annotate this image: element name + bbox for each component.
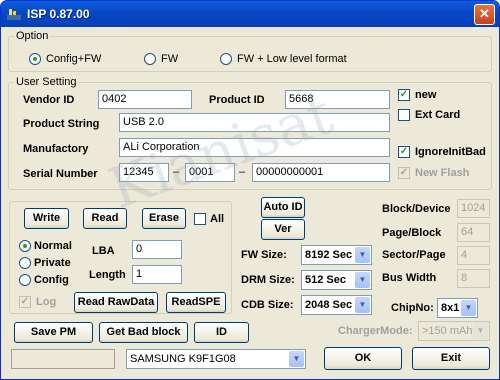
cdb-size-select[interactable]: 2048 Sec ▼	[301, 295, 372, 315]
ext-card-label: Ext Card	[415, 109, 461, 121]
vendor-id-field[interactable]: 0402	[98, 90, 192, 109]
manufactory-field[interactable]: ALi Corporation	[119, 138, 390, 157]
chevron-down-icon[interactable]: ▼	[473, 323, 488, 339]
radio-private[interactable]	[19, 257, 31, 269]
read-button[interactable]: Read	[83, 208, 127, 229]
new-label: new	[415, 89, 437, 101]
app-icon	[7, 9, 21, 20]
lba-field[interactable]: 0	[132, 240, 182, 259]
ext-card-checkbox[interactable]	[398, 109, 410, 121]
radio-fw[interactable]	[144, 53, 156, 65]
product-string-label: Product String	[23, 118, 100, 130]
write-button[interactable]: Write	[24, 208, 69, 229]
bus-width-label: Bus Width	[382, 272, 437, 284]
ignore-init-bad-checkbox[interactable]: ✓	[398, 146, 410, 158]
new-checkbox[interactable]: ✓	[398, 89, 410, 101]
charger-mode-value: >150 mAh	[422, 325, 473, 337]
user-setting-group-title: User Setting	[14, 76, 79, 88]
close-button[interactable]: ✕	[474, 4, 495, 25]
serial-part2-field[interactable]: 0001	[185, 163, 235, 182]
log-label: Log	[36, 296, 57, 308]
get-bad-block-button[interactable]: Get Bad block	[99, 322, 188, 343]
cdb-size-label: CDB Size:	[241, 299, 294, 311]
fw-size-select[interactable]: 8192 Sec ▼	[301, 245, 372, 265]
read-spe-button[interactable]: ReadSPE	[166, 292, 226, 313]
status-field	[11, 349, 115, 369]
isp-window: ISP 0.87.00 ✕ Option Config+FW FW FW + L…	[0, 0, 500, 380]
radio-normal[interactable]	[19, 240, 31, 252]
chip-no-value: 8x1	[441, 302, 460, 314]
radio-normal-label: Normal	[34, 240, 72, 252]
chevron-down-icon[interactable]: ▼	[289, 351, 304, 367]
sector-page-label: Sector/Page	[382, 249, 446, 261]
chevron-down-icon[interactable]: ▼	[355, 272, 370, 288]
erase-button[interactable]: Erase	[142, 208, 186, 229]
new-flash-checkbox[interactable]: ✓	[398, 167, 410, 179]
radio-config-fw[interactable]	[29, 53, 41, 65]
new-flash-label: New Flash	[415, 167, 470, 179]
auto-id-button[interactable]: Auto ID	[261, 197, 305, 218]
chip-no-label: ChipNo:	[391, 302, 434, 314]
serial-separator-1: –	[173, 166, 180, 178]
product-string-field[interactable]: USB 2.0	[119, 113, 390, 132]
log-checkbox[interactable]: ✓	[19, 296, 31, 308]
vendor-id-label: Vendor ID	[23, 94, 75, 106]
fw-size-value: 8192 Sec	[305, 249, 353, 261]
length-field[interactable]: 1	[132, 265, 182, 284]
serial-part1-field[interactable]: 12345	[119, 163, 169, 182]
radio-config[interactable]	[19, 274, 31, 286]
radio-private-label: Private	[34, 257, 71, 269]
chip-model-value: SAMSUNG K9F1G08	[130, 353, 236, 365]
chevron-down-icon[interactable]: ▼	[355, 247, 370, 263]
ignore-init-bad-label: IgnoreInitBad	[415, 146, 486, 158]
save-pm-button[interactable]: Save PM	[14, 322, 93, 343]
window-title: ISP 0.87.00	[27, 7, 90, 21]
lba-label: LBA	[92, 245, 115, 257]
chevron-down-icon[interactable]: ▼	[461, 300, 476, 316]
product-id-label: Product ID	[209, 94, 265, 106]
id-button[interactable]: ID	[194, 322, 249, 343]
block-device-field: 1024	[457, 199, 490, 218]
manufactory-label: Manufactory	[23, 143, 89, 155]
page-block-field: 64	[457, 223, 490, 242]
exit-button[interactable]: Exit	[412, 347, 490, 370]
bus-width-field: 8	[457, 269, 490, 288]
serial-separator-2: –	[239, 166, 246, 178]
title-bar: ISP 0.87.00 ✕	[1, 1, 499, 27]
chevron-down-icon[interactable]: ▼	[355, 297, 370, 313]
charger-mode-label: ChargerMode:	[338, 325, 413, 337]
length-label: Length	[89, 269, 126, 281]
ok-button[interactable]: OK	[324, 347, 402, 370]
all-label: All	[210, 213, 225, 225]
drm-size-value: 512 Sec	[305, 274, 346, 286]
drm-size-select[interactable]: 512 Sec ▼	[301, 270, 372, 290]
radio-config-label: Config	[34, 274, 69, 286]
radio-fw-label: FW	[161, 53, 179, 65]
fw-size-label: FW Size:	[241, 249, 287, 261]
read-rawdata-button[interactable]: Read RawData	[74, 292, 158, 313]
ver-button[interactable]: Ver	[261, 219, 305, 240]
serial-part3-field[interactable]: 00000000001	[252, 163, 390, 182]
option-group-title: Option	[14, 30, 51, 42]
all-checkbox[interactable]	[194, 213, 206, 225]
block-device-label: Block/Device	[382, 203, 451, 215]
product-id-field[interactable]: 5668	[285, 90, 390, 109]
radio-fw-low-level-label: FW + Low level format	[237, 53, 347, 65]
page-block-label: Page/Block	[382, 227, 442, 239]
chip-model-select[interactable]: SAMSUNG K9F1G08 ▼	[126, 349, 306, 369]
sector-page-field: 4	[457, 246, 490, 265]
serial-number-label: Serial Number	[23, 168, 98, 180]
radio-config-fw-label: Config+FW	[46, 53, 102, 65]
cdb-size-value: 2048 Sec	[305, 299, 353, 311]
drm-size-label: DRM Size:	[241, 274, 295, 286]
radio-fw-low-level[interactable]	[220, 53, 232, 65]
chip-no-select[interactable]: 8x1 ▼	[437, 298, 478, 318]
charger-mode-select[interactable]: >150 mAh ▼	[418, 321, 490, 341]
